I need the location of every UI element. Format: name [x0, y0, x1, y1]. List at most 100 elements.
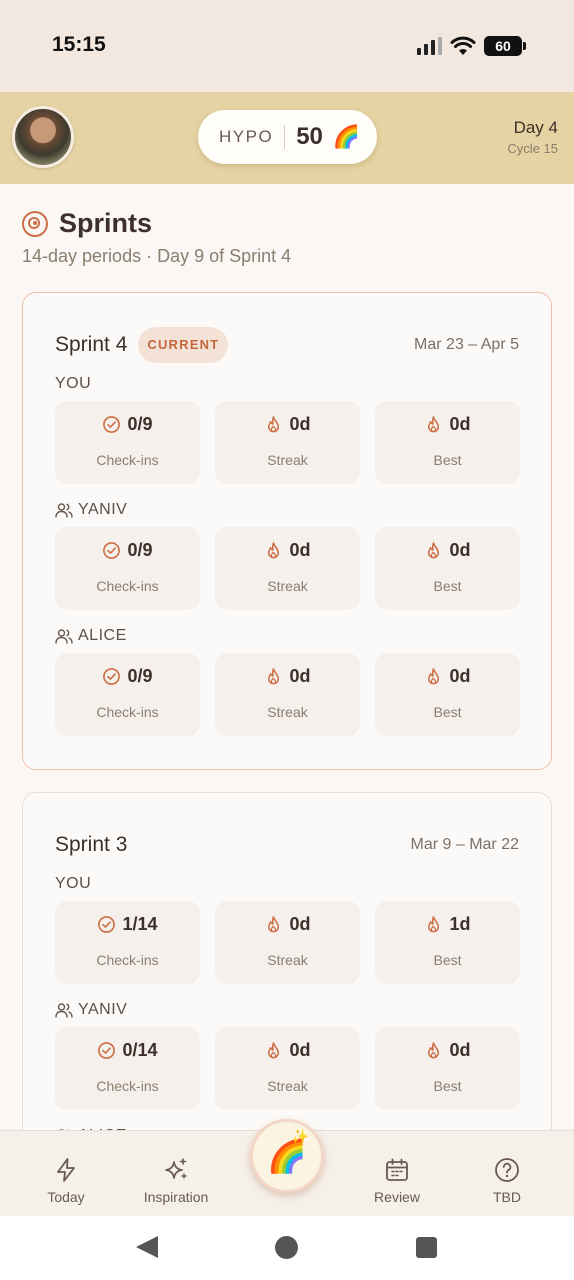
member-name: YOU: [55, 375, 92, 392]
people-icon: [55, 1003, 73, 1018]
wifi-icon: [450, 36, 476, 55]
stat-box-best: 1d Best: [375, 901, 520, 984]
page-subtitle: 14-day periods · Day 9 of Sprint 4: [22, 246, 292, 266]
sprint-dates: Mar 23 – Apr 5: [414, 336, 519, 353]
member-name: ALICE: [78, 627, 127, 644]
stat-box-best: 0d Best: [375, 1027, 520, 1110]
stat-value: 0d: [449, 414, 471, 434]
current-badge: CURRENT: [138, 327, 229, 363]
stat-label: Best: [433, 952, 462, 968]
check-circle-icon: [98, 916, 116, 933]
flame-icon: [428, 916, 440, 933]
back-icon[interactable]: [136, 1236, 158, 1258]
stat-value-row: 0d: [375, 414, 520, 435]
stat-value: 1d: [449, 914, 471, 934]
nav-label-inspiration: Inspiration: [143, 1189, 209, 1205]
member-label: YANIV: [55, 501, 127, 519]
member-label: ALICE: [55, 627, 127, 645]
stat-label: Best: [433, 1078, 462, 1094]
stat-label: Best: [433, 452, 462, 468]
stat-label: Check-ins: [96, 452, 159, 468]
stat-value-row: 0/9: [55, 666, 200, 687]
stat-label: Check-ins: [96, 578, 159, 594]
cycle-label: Cycle 15: [507, 141, 558, 156]
stat-box-checkins: 0/14 Check-ins: [55, 1027, 200, 1110]
stat-value: 0d: [289, 540, 311, 560]
stat-row: 1/14 Check-ins 0d Streak 1d Best: [55, 901, 520, 984]
stat-value: 0d: [289, 914, 311, 934]
rainbow-icon: 🌈: [332, 124, 361, 149]
stat-value: 0/9: [127, 540, 153, 560]
stat-value: 0/9: [127, 414, 153, 434]
stat-value-row: 0d: [375, 1040, 520, 1061]
stat-value: 0d: [449, 540, 471, 560]
stat-box-checkins: 0/9 Check-ins: [55, 401, 200, 484]
bolt-icon: [57, 1158, 75, 1182]
stat-box-checkins: 1/14 Check-ins: [55, 901, 200, 984]
sprint-card-header: Sprint 4 CURRENT Mar 23 – Apr 5: [55, 327, 519, 363]
stat-label: Streak: [267, 704, 308, 720]
nav-review[interactable]: Review: [342, 1131, 452, 1217]
main-content[interactable]: Sprints 14-day periods · Day 9 of Sprint…: [0, 184, 574, 1130]
stat-value-row: 0/9: [55, 414, 200, 435]
flame-icon: [428, 1042, 440, 1059]
stat-label: Check-ins: [96, 1078, 159, 1094]
stat-label: Best: [433, 704, 462, 720]
flame-icon: [428, 542, 440, 559]
stat-label: Check-ins: [96, 952, 159, 968]
status-icons: 60: [417, 34, 526, 58]
nav-today[interactable]: Today: [11, 1131, 121, 1217]
stat-box-best: 0d Best: [375, 527, 520, 610]
stat-value-row: 0d: [375, 540, 520, 561]
people-icon: [55, 629, 73, 644]
nav-label-today: Today: [47, 1189, 85, 1205]
stat-value: 0/9: [127, 666, 153, 686]
flame-icon: [428, 416, 440, 433]
stat-label: Streak: [267, 952, 308, 968]
stat-row: 0/9 Check-ins 0d Streak 0d Best: [55, 401, 520, 484]
recents-icon[interactable]: [416, 1237, 437, 1258]
stat-value-row: 0d: [215, 414, 360, 435]
member-label: YOU: [55, 375, 91, 393]
sprint-card[interactable]: Sprint 3 Mar 9 – Mar 22 YOU 1/14 Check-ins 0d…: [22, 792, 552, 1130]
nav-tbd[interactable]: TBD: [452, 1131, 562, 1217]
page-title-row: Sprints: [22, 208, 152, 239]
stat-value-row: 0d: [375, 666, 520, 687]
stat-value: 0d: [289, 666, 311, 686]
center-action-button[interactable]: 🌈 ✨: [250, 1119, 324, 1193]
sprint-dates: Mar 9 – Mar 22: [410, 836, 519, 853]
check-circle-icon: [98, 1042, 116, 1059]
hypo-label: HYPO: [219, 127, 274, 146]
member-name: YANIV: [78, 501, 128, 518]
nav-inspiration[interactable]: Inspiration: [121, 1131, 231, 1217]
stat-value: 0d: [449, 1040, 471, 1060]
sparkles-icon: [165, 1158, 187, 1179]
sprint-name: Sprint 3: [55, 833, 128, 856]
hypo-count: 50: [296, 123, 323, 150]
stat-row: 0/14 Check-ins 0d Streak 0d Best: [55, 1027, 520, 1110]
stat-box-streak: 0d Streak: [215, 901, 360, 984]
help-circle-icon: [495, 1158, 519, 1182]
stat-box-streak: 0d Streak: [215, 1027, 360, 1110]
people-icon: [55, 503, 73, 518]
check-circle-icon: [103, 668, 121, 685]
member-label: YANIV: [55, 1001, 127, 1019]
sprint-card[interactable]: Sprint 4 CURRENT Mar 23 – Apr 5 YOU 0/9 Check…: [22, 292, 552, 770]
stat-box-streak: 0d Streak: [215, 527, 360, 610]
flame-icon: [268, 542, 280, 559]
day-info: Day 4 Cycle 15: [507, 118, 558, 156]
sprint-name: Sprint 4: [55, 333, 128, 356]
home-icon[interactable]: [275, 1236, 298, 1259]
hypo-pill[interactable]: HYPO 50 🌈: [198, 110, 377, 164]
stat-value-row: 0/14: [55, 1040, 200, 1061]
stat-value: 0d: [449, 666, 471, 686]
flame-icon: [268, 916, 280, 933]
stat-box-best: 0d Best: [375, 401, 520, 484]
stat-value: 0d: [289, 1040, 311, 1060]
stat-value-row: 0d: [215, 540, 360, 561]
stat-box-streak: 0d Streak: [215, 653, 360, 736]
stat-label: Streak: [267, 578, 308, 594]
avatar[interactable]: [12, 106, 74, 168]
stat-row: 0/9 Check-ins 0d Streak 0d Best: [55, 653, 520, 736]
signal-icon: [417, 37, 442, 55]
